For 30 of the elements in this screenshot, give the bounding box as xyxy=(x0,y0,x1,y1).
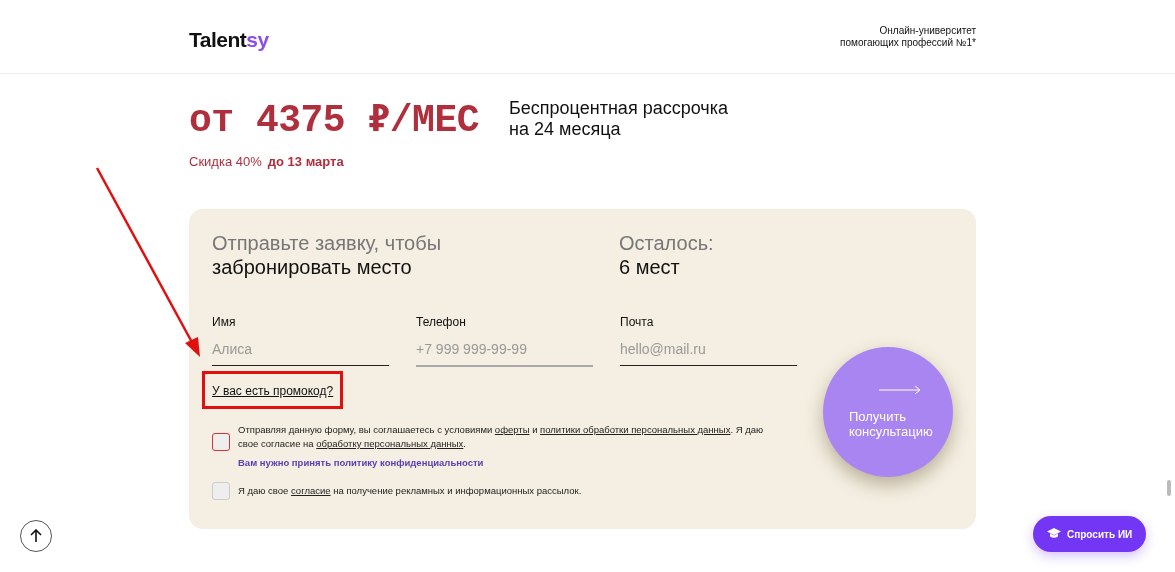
discount-text: Скидка 40% xyxy=(189,154,262,169)
input-field[interactable]: hello@mail.ru xyxy=(620,337,797,366)
input-field[interactable]: +7 999 999-99-99 xyxy=(416,337,593,367)
arrow-icon xyxy=(879,385,921,395)
deadline-text: до 13 марта xyxy=(267,154,344,169)
consent-text: Я даю свое согласие на получение рекламных и информационных рассылок. xyxy=(238,484,582,498)
form-subtitle: забронировать место xyxy=(212,255,413,279)
input-field[interactable]: Алиса xyxy=(212,337,389,366)
checkbox[interactable] xyxy=(212,482,230,500)
graduation-cap-icon xyxy=(1047,528,1061,540)
scrollbar-thumb[interactable] xyxy=(1167,480,1171,496)
ask-ai-button[interactable]: Спросить ИИ xyxy=(1033,516,1147,552)
tagline: Онлайн-университет помогающих профессий №1* xyxy=(840,24,976,49)
installment-text: Беспроцентная рассрочка на 24 месяца xyxy=(509,98,728,140)
scroll-up-button[interactable] xyxy=(20,520,52,552)
remaining-label: Осталось: xyxy=(619,231,714,255)
policy-link[interactable]: оферты xyxy=(494,424,530,435)
promo-code-link[interactable]: У вас есть промокод? xyxy=(212,384,334,398)
price: от 4375 ₽/МЕС xyxy=(189,98,480,142)
form-title: Отправьте заявку, чтобы xyxy=(212,231,443,255)
logo[interactable]: Talentsy xyxy=(189,21,269,52)
checkbox[interactable] xyxy=(212,433,230,451)
error-message: Вам нужно принять политику конфиденциальности xyxy=(238,457,485,468)
field-label: Почта xyxy=(620,315,655,329)
field-label: Телефон xyxy=(416,315,467,329)
policy-link[interactable]: согласие xyxy=(291,485,331,496)
arrow-up-icon xyxy=(30,529,42,543)
field-label: Имя xyxy=(212,315,237,329)
consent-text: Отправляя данную форму, вы соглашаетесь с условиями оферты и политики обработки персональных данных. Я даю свое согласие на обработку персональных данных. xyxy=(238,423,765,451)
remaining-value: 6 мест xyxy=(619,255,681,279)
